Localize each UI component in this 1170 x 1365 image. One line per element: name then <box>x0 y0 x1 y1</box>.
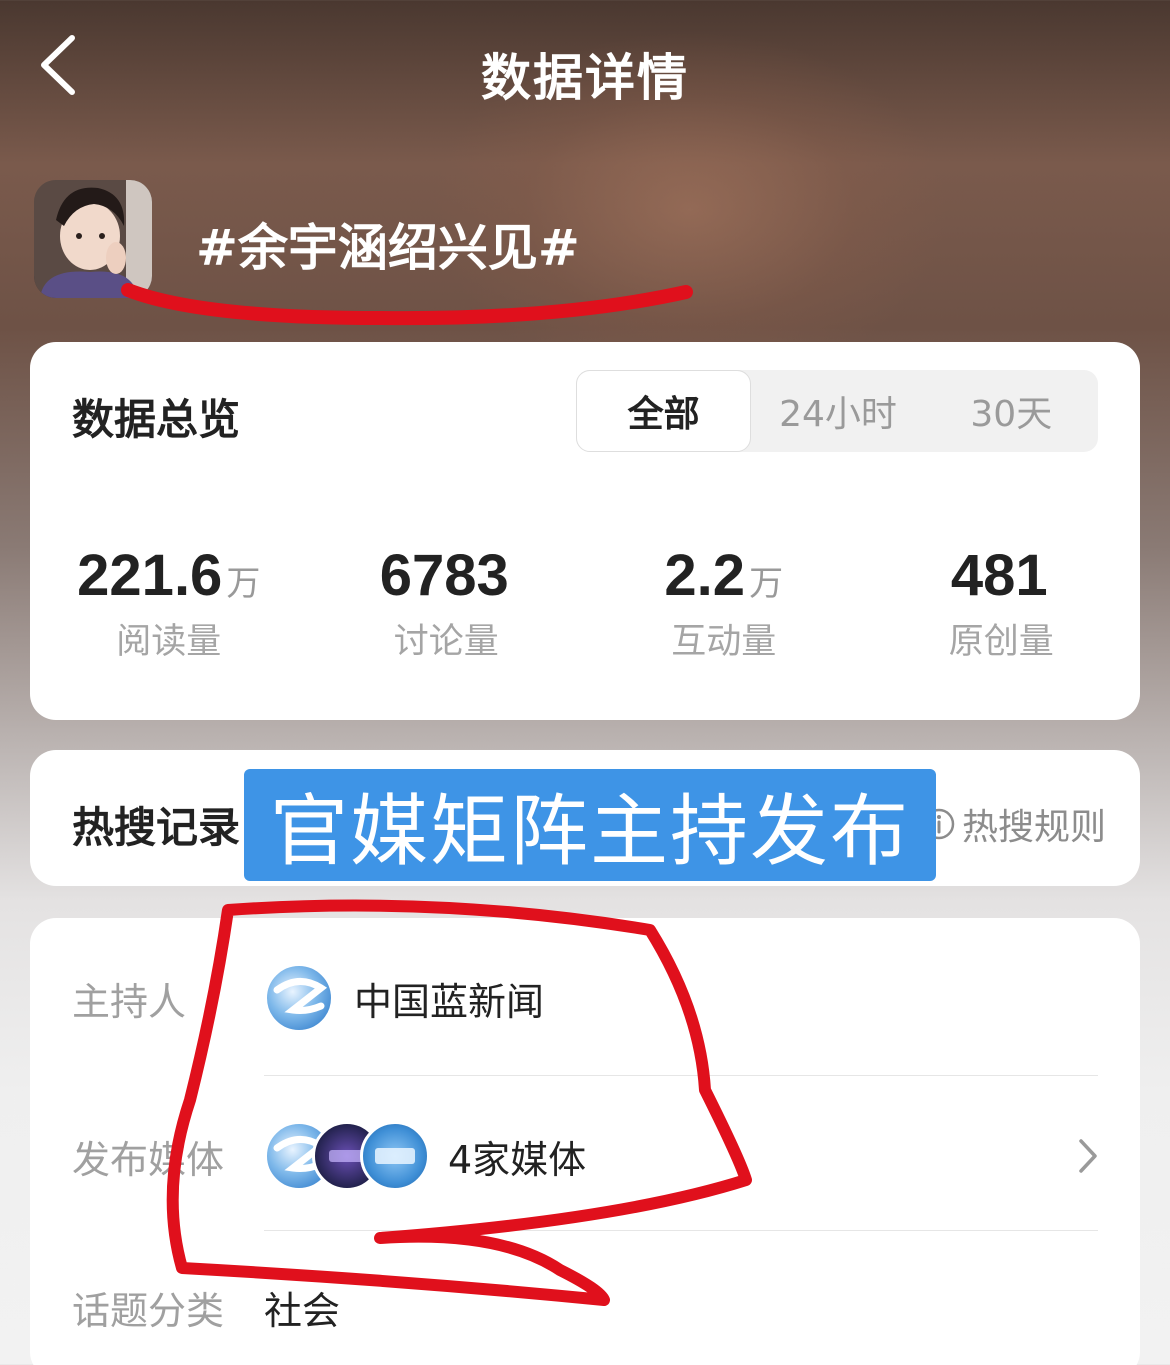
page-title: 数据详情 <box>481 49 689 107</box>
stat-discussions: 6783 讨论量 <box>308 542 586 664</box>
hot-search-rules-label: 热搜规则 <box>961 807 1106 848</box>
stat-label: 原创量 <box>948 622 1054 662</box>
stat-reads: 221.6 万 阅读量 <box>30 542 308 664</box>
category-value: 社会 <box>264 1288 341 1333</box>
stat-originals: 481 原创量 <box>863 542 1141 664</box>
stat-label: 讨论量 <box>393 622 499 662</box>
overlay-caption-banner: 官媒矩阵主持发布 <box>244 769 936 881</box>
stat-value: 221.6 <box>77 543 223 608</box>
tab-all[interactable]: 全部 <box>576 370 752 452</box>
stat-label: 互动量 <box>671 622 777 662</box>
media-logo-avatar <box>360 1121 430 1191</box>
topic-info-card: 主持人 中国蓝新闻 发布媒体 4家媒体 话题分类 社会 <box>30 918 1140 1365</box>
hot-search-title: 热搜记录 <box>72 803 241 852</box>
divider <box>264 1075 1098 1076</box>
host-name: 中国蓝新闻 <box>354 979 545 1024</box>
stat-value: 2.2 <box>664 543 746 608</box>
stats-row: 221.6 万 阅读量 6783 讨论量 2.2 万 互动量 481 原创量 <box>30 542 1140 664</box>
host-row[interactable]: 主持人 中国蓝新闻 <box>30 948 1140 1048</box>
data-overview-card: 数据总览 全部 24小时 30天 221.6 万 阅读量 6783 讨论量 2.2… <box>30 342 1140 720</box>
overview-title: 数据总览 <box>72 395 241 444</box>
stat-unit: 万 <box>226 564 261 604</box>
stat-label: 阅读量 <box>116 622 222 662</box>
topic-title: #余宇涵绍兴见# <box>196 219 580 277</box>
stat-value: 481 <box>950 543 1048 608</box>
hot-search-rules-link[interactable]: 热搜规则 <box>922 798 1106 850</box>
host-logo-avatar <box>264 963 334 1033</box>
tab-24h[interactable]: 24小时 <box>751 370 924 452</box>
chevron-right-icon[interactable] <box>1076 1136 1100 1176</box>
stat-value: 6783 <box>379 543 509 608</box>
divider <box>264 1230 1098 1231</box>
media-row[interactable]: 发布媒体 4家媒体 <box>30 1106 1140 1206</box>
stat-unit: 万 <box>749 564 784 604</box>
media-label: 发布媒体 <box>72 1137 225 1182</box>
host-label: 主持人 <box>72 979 187 1024</box>
media-count: 4家媒体 <box>448 1137 587 1182</box>
time-range-tabs: 全部 24小时 30天 <box>576 370 1098 452</box>
topic-avatar <box>34 180 152 298</box>
category-label: 话题分类 <box>72 1288 225 1333</box>
category-row: 话题分类 社会 <box>30 1262 1140 1352</box>
tab-30d[interactable]: 30天 <box>925 370 1098 452</box>
stat-interactions: 2.2 万 互动量 <box>585 542 863 664</box>
